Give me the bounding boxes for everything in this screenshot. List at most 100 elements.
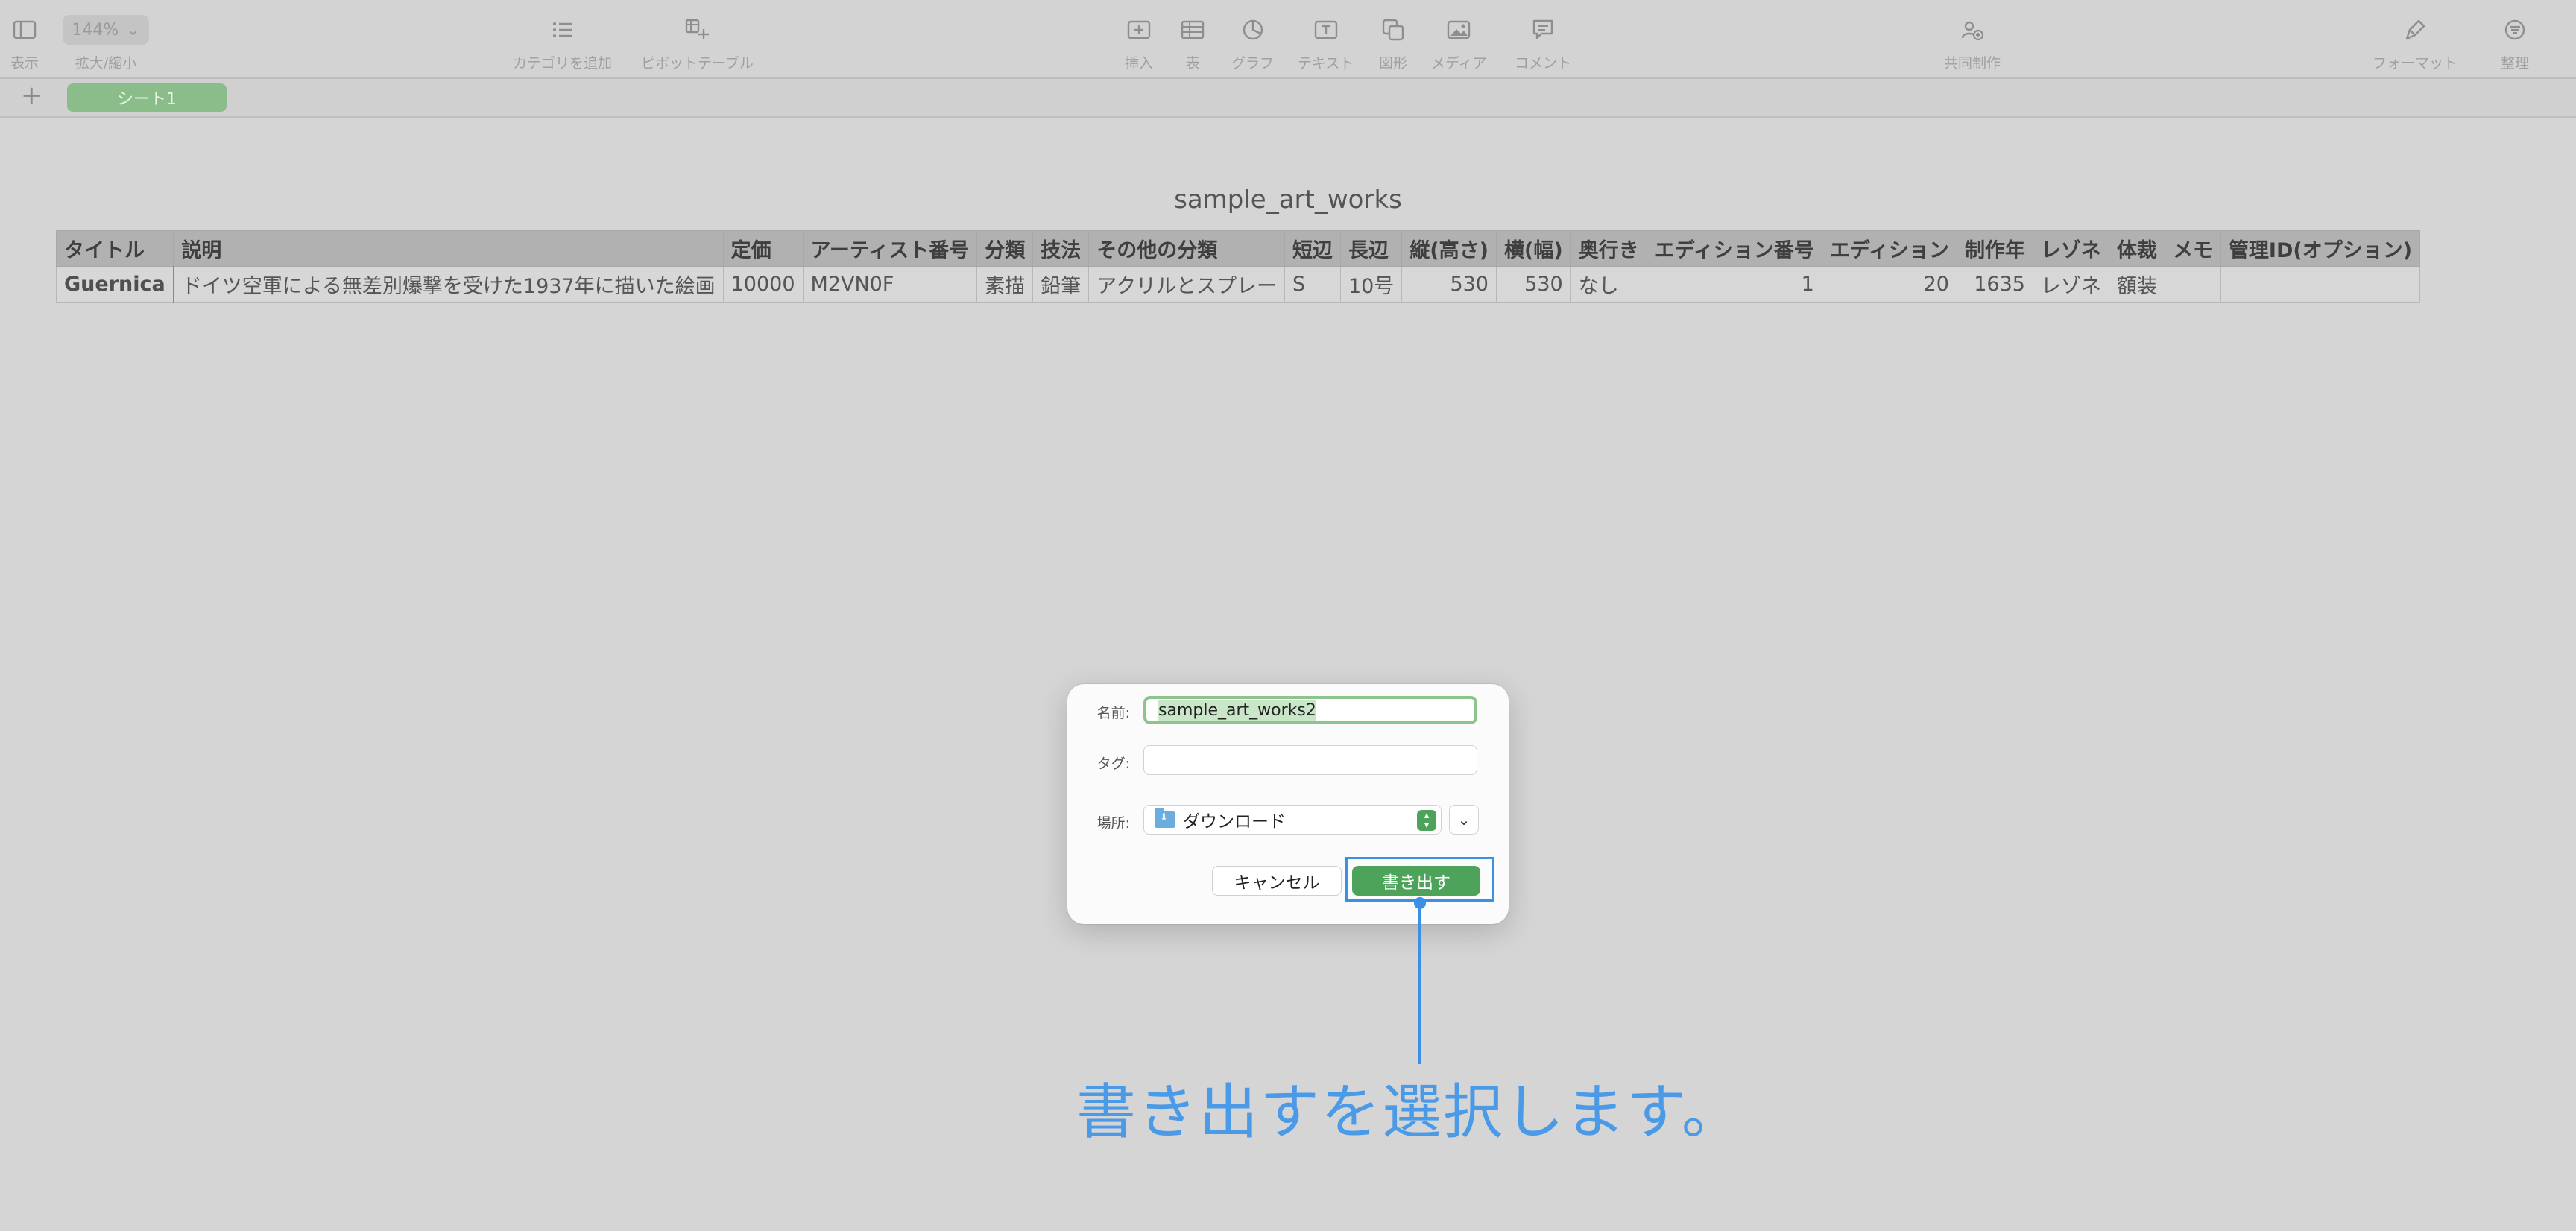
text-box-icon xyxy=(1314,13,1338,46)
chart-button[interactable]: グラフ xyxy=(1231,13,1274,72)
name-input[interactable]: sample_art_works2 xyxy=(1143,696,1477,724)
table-cell[interactable]: 20 xyxy=(1821,266,1957,303)
tag-label: タグ: xyxy=(1096,756,1130,772)
sidebar-icon xyxy=(13,13,37,46)
column-header[interactable]: 制作年 xyxy=(1956,230,2033,267)
view-label: 表示 xyxy=(10,55,40,72)
table-cell[interactable] xyxy=(2164,266,2221,303)
tag-input[interactable] xyxy=(1143,745,1477,775)
collaborate-label: 共同制作 xyxy=(1944,55,2001,72)
column-header[interactable]: 奥行き xyxy=(1570,230,1647,267)
table-cell[interactable]: 530 xyxy=(1401,266,1497,303)
table-cell[interactable]: 10000 xyxy=(722,266,804,303)
table-button[interactable]: 表 xyxy=(1181,13,1205,72)
comment-label: コメント xyxy=(1515,55,1572,72)
toolbar: 表示 144% ⌄ 拡大/縮小 カテゴリを追加 ピボットテーブル 挿入 表 グラ… xyxy=(0,0,2576,79)
comment-button[interactable]: コメント xyxy=(1515,13,1571,72)
add-category-label: カテゴリを追加 xyxy=(513,55,613,72)
table-cell[interactable]: Guernica xyxy=(55,266,174,303)
media-button[interactable]: メディア xyxy=(1431,13,1487,72)
text-label: テキスト xyxy=(1298,55,1354,72)
column-header[interactable]: 体裁 xyxy=(2108,230,2165,267)
table-cell[interactable]: 鉛筆 xyxy=(1032,266,1090,303)
chevron-down-icon: ⌄ xyxy=(1457,811,1471,829)
collaborate-icon xyxy=(1960,13,1984,46)
location-value: ダウンロード xyxy=(1183,812,1286,832)
column-header[interactable]: 短辺 xyxy=(1284,230,1341,267)
tab-sheet1[interactable]: シート1 xyxy=(67,83,227,112)
add-category-button[interactable]: カテゴリを追加 xyxy=(513,13,612,72)
highlight-box xyxy=(1345,857,1494,902)
add-sheet-button[interactable]: + xyxy=(21,80,42,110)
zoom-value: 144% xyxy=(72,20,119,39)
table-cell[interactable]: ドイツ空軍による無差別爆撃を受けた1937年に描いた絵画 xyxy=(173,266,724,303)
table-cell[interactable]: M2VN0F xyxy=(802,266,978,303)
text-button[interactable]: テキスト xyxy=(1298,13,1354,72)
expand-button[interactable]: ⌄ xyxy=(1449,805,1479,835)
format-button[interactable]: フォーマット xyxy=(2373,13,2457,72)
table-cell[interactable]: 1 xyxy=(1646,266,1822,303)
filter-icon xyxy=(2504,13,2526,46)
pivot-table-button[interactable]: ピボットテーブル xyxy=(641,13,754,72)
column-header[interactable]: エディション xyxy=(1821,230,1957,267)
column-header[interactable]: 縦(高さ) xyxy=(1401,230,1497,267)
column-header[interactable]: 横(幅) xyxy=(1496,230,1571,267)
paintbrush-icon xyxy=(2404,13,2426,46)
comment-icon xyxy=(1531,13,1555,46)
callout-text: 書き出すを選択します。 xyxy=(1076,1077,1743,1147)
location-select[interactable]: ダウンロード ▴▾ xyxy=(1143,805,1442,835)
format-label: フォーマット xyxy=(2373,55,2458,72)
zoom-select[interactable]: 144% ⌄ xyxy=(63,15,149,45)
collaborate-button[interactable]: 共同制作 xyxy=(1944,13,2001,72)
column-header[interactable]: その他の分類 xyxy=(1088,230,1285,267)
name-label: 名前: xyxy=(1096,705,1130,721)
table-cell[interactable]: なし xyxy=(1570,266,1647,303)
insert-button[interactable]: 挿入 xyxy=(1125,13,1153,72)
table-cell[interactable]: レゾネ xyxy=(2032,266,2109,303)
table-cell[interactable]: S xyxy=(1284,266,1341,303)
data-table[interactable]: タイトル 説明 定価 アーティスト番号 分類 技法 その他の分類 短辺 長辺 縦(高さ) 横(幅) 奥… xyxy=(55,230,2421,303)
pivot-table-icon xyxy=(685,13,710,46)
table-title[interactable]: sample_art_works xyxy=(0,185,2576,215)
sheet-tab-bar: + シート1 xyxy=(0,79,2576,118)
column-header[interactable]: 管理ID(オプション) xyxy=(2220,230,2421,267)
cancel-button[interactable]: キャンセル xyxy=(1212,866,1342,896)
header-row: タイトル 説明 定価 アーティスト番号 分類 技法 その他の分類 短辺 長辺 縦(高さ) 横(幅) 奥… xyxy=(55,230,2421,267)
column-header[interactable]: タイトル xyxy=(55,230,174,267)
downloads-folder-icon xyxy=(1155,808,1175,828)
column-header[interactable]: 分類 xyxy=(976,230,1034,267)
column-header[interactable]: 技法 xyxy=(1032,230,1090,267)
column-header[interactable]: 長辺 xyxy=(1339,230,1403,267)
callout-line xyxy=(1418,902,1421,1064)
organize-label: 整理 xyxy=(2501,55,2530,72)
zoom-control[interactable]: 144% ⌄ 拡大/縮小 xyxy=(63,13,149,72)
view-menu[interactable]: 表示 xyxy=(10,13,39,72)
updown-chevron-icon: ▴ ▾ xyxy=(1417,810,1436,831)
table-cell[interactable]: 素描 xyxy=(976,266,1034,303)
table-cell[interactable]: 額装 xyxy=(2108,266,2165,303)
column-header[interactable]: レゾネ xyxy=(2032,230,2109,267)
table-label: 表 xyxy=(1185,55,1200,72)
table-cell[interactable]: 530 xyxy=(1496,266,1571,303)
table-cell[interactable]: 1635 xyxy=(1956,266,2033,303)
image-icon xyxy=(1447,13,1471,46)
table-cell[interactable]: 10号 xyxy=(1339,266,1403,303)
column-header[interactable]: 定価 xyxy=(722,230,804,267)
location-label: 場所: xyxy=(1096,815,1130,832)
shape-button[interactable]: 図形 xyxy=(1379,13,1407,72)
shape-icon xyxy=(1382,13,1404,46)
column-header[interactable]: 説明 xyxy=(173,230,724,267)
table-cell[interactable] xyxy=(2220,266,2421,303)
chevron-down-icon: ⌄ xyxy=(126,20,140,39)
name-input-value: sample_art_works2 xyxy=(1158,700,1316,721)
column-header[interactable]: メモ xyxy=(2164,230,2221,267)
column-header[interactable]: アーティスト番号 xyxy=(802,230,978,267)
insert-label: 挿入 xyxy=(1125,55,1154,72)
table-row[interactable]: Guernica ドイツ空軍による無差別爆撃を受けた1937年に描いた絵画 1000… xyxy=(55,266,2421,303)
chart-label: グラフ xyxy=(1231,55,1275,72)
organize-button[interactable]: 整理 xyxy=(2501,13,2529,72)
column-header[interactable]: エディション番号 xyxy=(1646,230,1822,267)
insert-icon xyxy=(1127,13,1151,46)
table-cell[interactable]: アクリルとスプレー xyxy=(1088,266,1285,303)
pivot-label: ピボットテーブル xyxy=(641,55,754,72)
